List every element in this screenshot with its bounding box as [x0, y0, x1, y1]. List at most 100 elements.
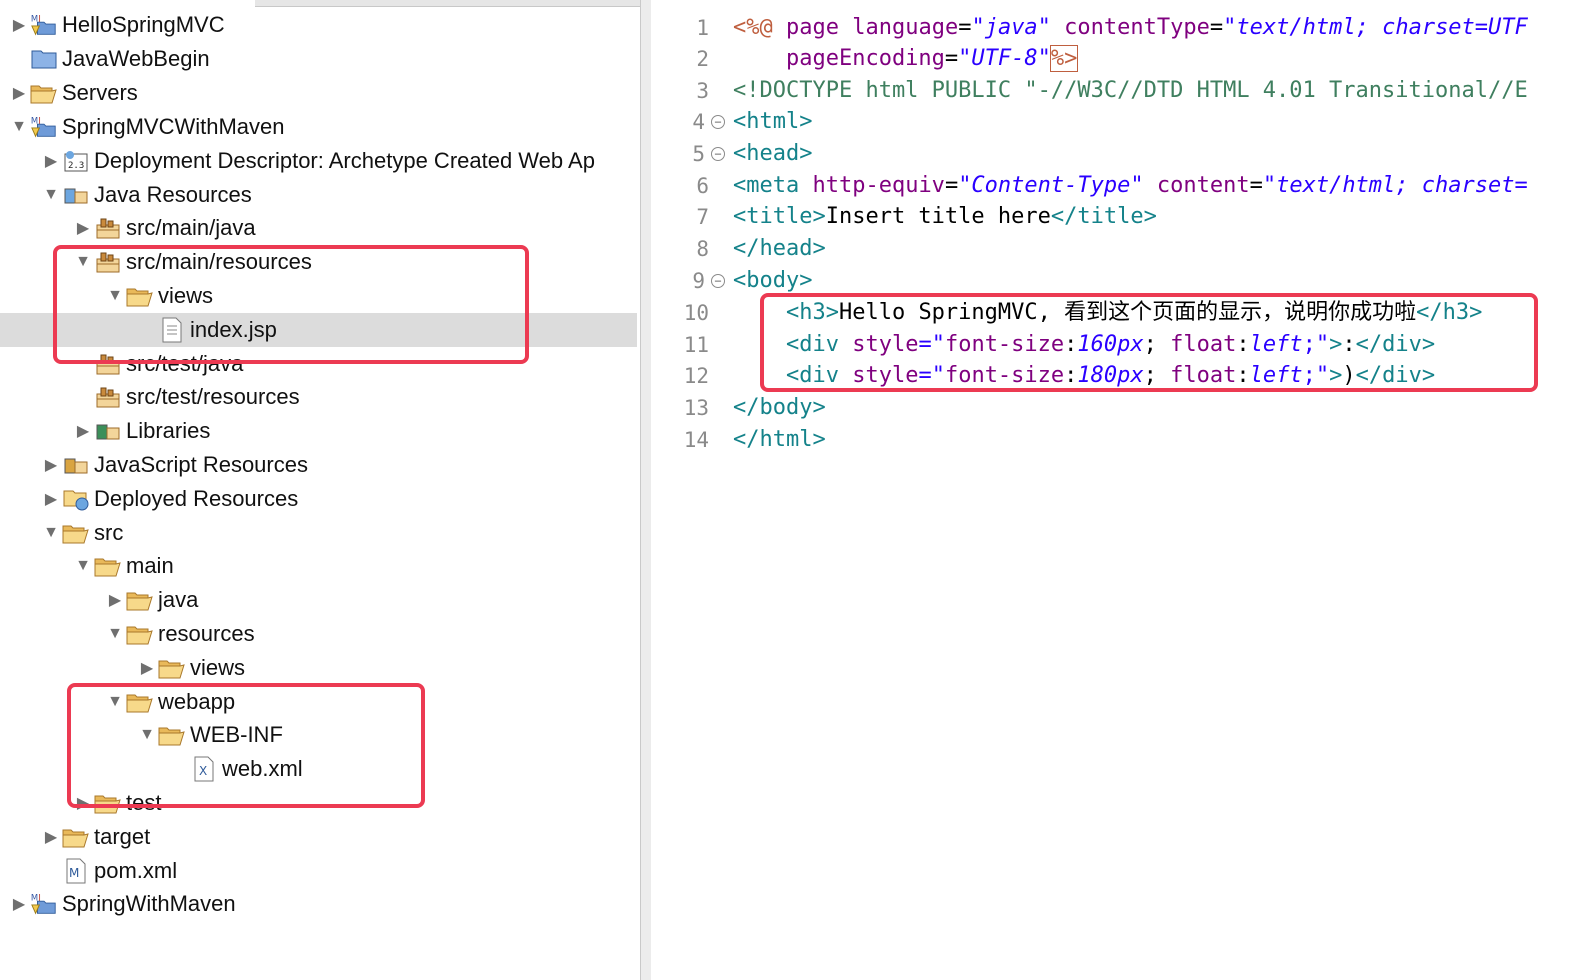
code-token: ): [1342, 363, 1356, 388]
tree-item-label: main: [126, 553, 174, 578]
tree-item[interactable]: src/test/java: [0, 347, 637, 381]
expand-arrow-icon[interactable]: ▶: [138, 658, 156, 678]
code-token: left: [1249, 332, 1303, 357]
code-token: =": [918, 332, 945, 357]
code-token: <html>: [733, 109, 813, 134]
line-number: 10: [683, 301, 709, 325]
fold-collapse-icon[interactable]: −: [711, 115, 725, 129]
tree-item[interactable]: ▶ Libraries: [0, 414, 637, 448]
code-line-11: <div style="font-size:160px; float:left;…: [733, 329, 1435, 361]
expand-arrow-icon[interactable]: ▶: [10, 83, 28, 103]
tree-item[interactable]: ▶ M J HelloSpringMVC: [0, 8, 637, 42]
collapse-arrow-icon[interactable]: ▼: [106, 286, 124, 306]
tree-item[interactable]: ▼ resources: [0, 617, 637, 651]
expand-arrow-icon[interactable]: ▶: [42, 455, 60, 475]
tree-item[interactable]: index.jsp: [0, 313, 637, 347]
folder-icon: [94, 553, 122, 579]
tree-item[interactable]: Mpom.xml: [0, 854, 637, 888]
collapse-arrow-icon[interactable]: ▼: [138, 725, 156, 745]
tree-item[interactable]: ▶ M J SpringWithMaven: [0, 887, 637, 921]
code-line-10: <h3>Hello SpringMVC, 看到这个页面的显示，说明你成功啦</h…: [733, 297, 1482, 329]
code-token: =: [958, 15, 972, 40]
expand-arrow-icon[interactable]: ▶: [10, 894, 28, 914]
code-token: =: [1249, 173, 1263, 198]
code-line-1: <%@ page language="java" contentType="te…: [733, 12, 1528, 44]
code-token: %>: [1049, 45, 1079, 72]
tree-item[interactable]: ▼ src/main/resources: [0, 245, 637, 279]
line-number: 6: [696, 174, 709, 198]
code-token: "Content-Type": [958, 173, 1144, 198]
tree-item[interactable]: ▼ webapp: [0, 685, 637, 719]
collapse-arrow-icon[interactable]: ▼: [10, 117, 28, 137]
maven-pom-icon: M: [62, 858, 90, 884]
tree-item[interactable]: JavaWebBegin: [0, 42, 637, 76]
expand-arrow-icon[interactable]: ▶: [106, 590, 124, 610]
code-token: page: [772, 15, 853, 40]
expand-arrow-icon[interactable]: ▶: [74, 421, 92, 441]
code-line-13: </body>: [733, 392, 826, 424]
tree-item-label: WEB-INF: [190, 722, 283, 747]
collapse-arrow-icon[interactable]: ▼: [106, 624, 124, 644]
tree-item[interactable]: ▶ Servers: [0, 76, 637, 110]
code-token: <title>: [733, 204, 826, 229]
tree-item-label: target: [94, 824, 151, 849]
tree-item[interactable]: ▶ src/main/java: [0, 211, 637, 245]
collapse-arrow-icon[interactable]: ▼: [74, 556, 92, 576]
code-token: pageEncoding: [733, 46, 945, 71]
collapse-arrow-icon[interactable]: ▼: [42, 523, 60, 543]
collapse-arrow-icon[interactable]: ▼: [106, 692, 124, 712]
tree-item[interactable]: ▶ test: [0, 786, 637, 820]
code-token: Insert title here: [825, 204, 1051, 229]
source-folder-icon: [94, 215, 122, 241]
tree-item[interactable]: Xweb.xml: [0, 752, 637, 786]
tree-item-label: SpringMVCWithMaven: [62, 114, 285, 139]
tree-item[interactable]: ▶ 2.3 Deployment Descriptor: Archetype Cre…: [0, 144, 637, 178]
code-token: :: [1236, 332, 1250, 357]
panel-splitter[interactable]: [640, 0, 651, 980]
expand-arrow-icon[interactable]: ▶: [74, 793, 92, 813]
tree-item[interactable]: ▶ views: [0, 651, 637, 685]
fold-collapse-icon[interactable]: −: [711, 274, 725, 288]
tree-item[interactable]: ▶ Deployed Resources: [0, 482, 637, 516]
tree-item[interactable]: ▶ target: [0, 820, 637, 854]
line-number: 14: [683, 428, 709, 452]
project-explorer-tree: ▶ M J HelloSpringMVC JavaWebBegin ▶ Servers ▼ M J…: [0, 0, 640, 980]
expand-arrow-icon[interactable]: ▶: [42, 151, 60, 171]
code-token: <%@: [733, 15, 773, 40]
code-editor[interactable]: 1 2 3 4 − 5 − 6 7 8 9 − 10 11 12 13 14 <…: [651, 0, 1580, 980]
code-token: font-size: [944, 332, 1065, 357]
expand-arrow-icon[interactable]: ▶: [42, 489, 60, 509]
folder-icon: [126, 587, 154, 613]
expand-arrow-icon[interactable]: ▶: [74, 218, 92, 238]
tree-item[interactable]: ▼ M J SpringMVCWithMaven: [0, 110, 637, 144]
expand-arrow-icon[interactable]: ▶: [10, 15, 28, 35]
code-token: =: [944, 173, 959, 198]
code-token: <meta: [733, 173, 800, 198]
tree-item[interactable]: ▼ src: [0, 516, 637, 550]
tree-item[interactable]: ▼ WEB-INF: [0, 718, 637, 752]
collapse-arrow-icon[interactable]: ▼: [74, 252, 92, 272]
line-number: 13: [683, 396, 709, 420]
tree-item[interactable]: ▶ java: [0, 583, 637, 617]
fold-collapse-icon[interactable]: −: [711, 147, 725, 161]
maven-project-icon: MJ: [30, 114, 58, 140]
line-number: 4: [692, 110, 705, 134]
collapse-arrow-icon[interactable]: ▼: [42, 185, 60, 205]
tree-item[interactable]: ▶ JavaScript Resources: [0, 448, 637, 482]
svg-text:X: X: [199, 764, 207, 778]
maven-project-icon: MJ: [30, 12, 58, 38]
tree-item[interactable]: src/test/resources: [0, 380, 637, 414]
tree-item-label: java: [158, 587, 199, 612]
code-token: ;: [1143, 363, 1171, 388]
tree-item[interactable]: ▼ views: [0, 279, 637, 313]
folder-icon: [158, 722, 186, 748]
tree-item[interactable]: ▼ main: [0, 549, 637, 583]
code-token: float: [1170, 363, 1237, 388]
source-folder-icon: [94, 249, 122, 275]
code-line-9: <body>: [733, 265, 812, 297]
tree-item-label: Java Resources: [94, 182, 252, 207]
code-token: >: [1329, 332, 1343, 357]
expand-arrow-icon[interactable]: ▶: [42, 827, 60, 847]
tree-item[interactable]: ▼ Java Resources: [0, 178, 637, 212]
code-token: Hello SpringMVC, 看到这个页面的显示，说明你成功啦: [838, 300, 1417, 325]
